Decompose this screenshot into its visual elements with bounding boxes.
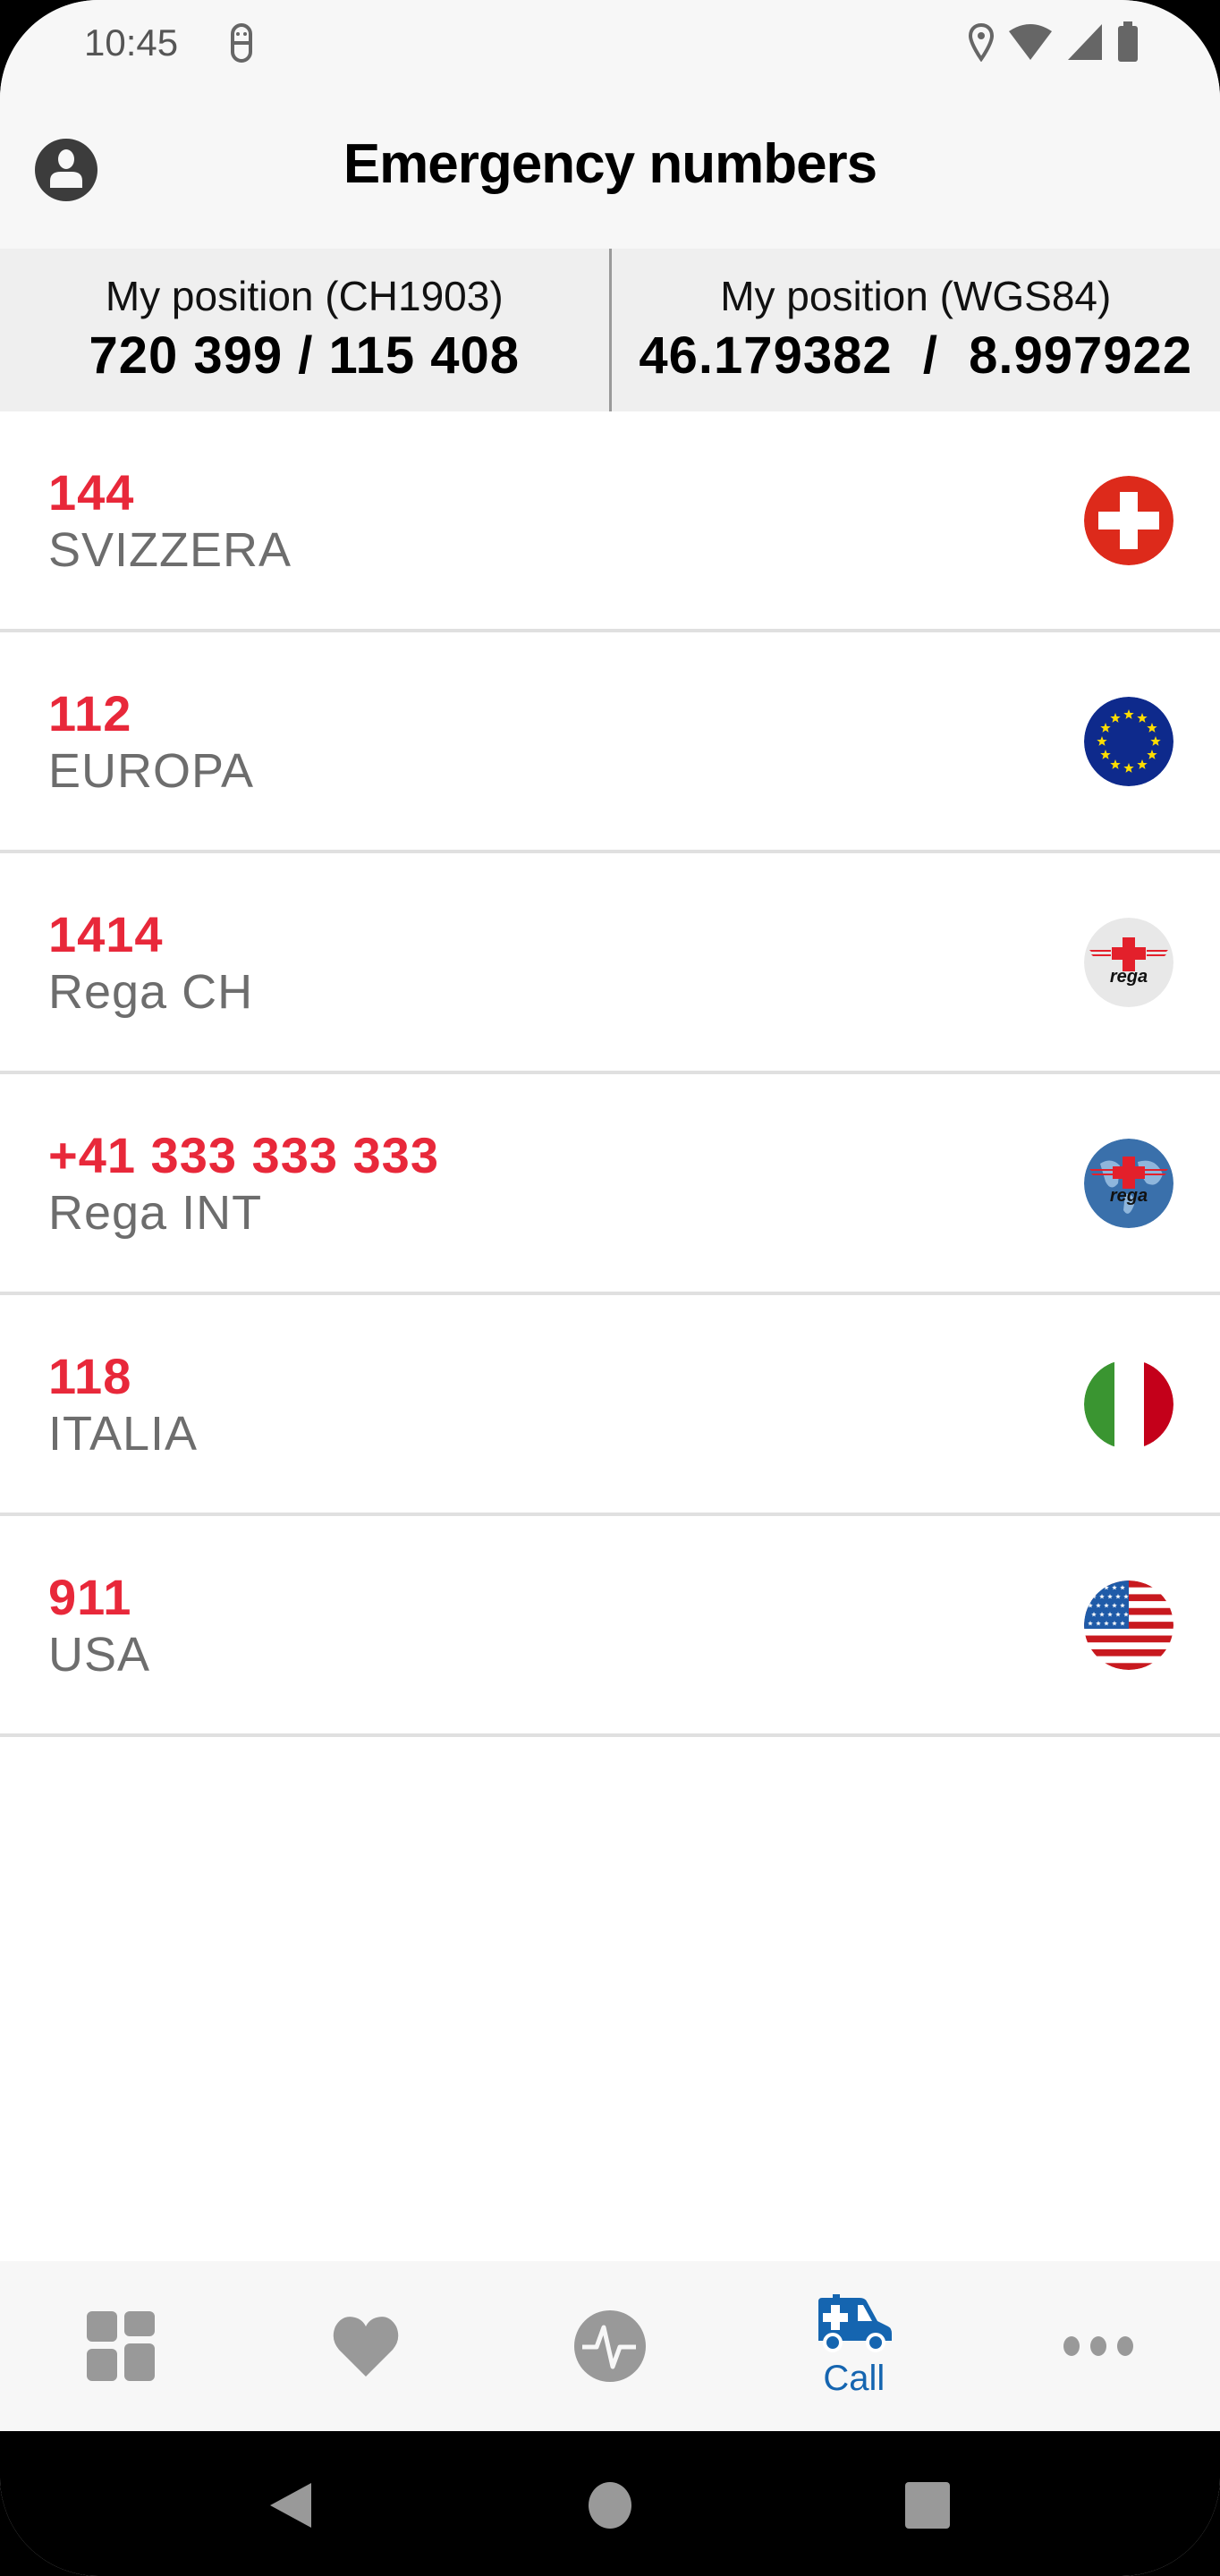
- position-ch1903: My position (CH1903) 720 399 / 115 408: [0, 249, 609, 411]
- app-bar: Emergency numbers: [0, 86, 1220, 249]
- rega-ch-logo-icon: rega: [1084, 918, 1173, 1007]
- app-screen: 10:45 Emergency numbers My position (CH1…: [0, 0, 1220, 2576]
- svg-text:rega: rega: [1110, 1186, 1148, 1206]
- nav-item-favorites[interactable]: [244, 2261, 488, 2431]
- emergency-number: +41 333 333 333: [48, 1127, 439, 1183]
- home-button-icon[interactable]: [588, 2481, 632, 2529]
- signal-icon: [1068, 24, 1102, 60]
- emergency-name: EUROPA: [48, 744, 255, 798]
- usa-flag-icon: [1084, 1580, 1173, 1670]
- emergency-item-switzerland[interactable]: 144 SVIZZERA: [0, 411, 1220, 632]
- emergency-item-europe[interactable]: 112 EUROPA: [0, 632, 1220, 853]
- emergency-name: Rega CH: [48, 965, 254, 1019]
- nav-item-call[interactable]: Call: [732, 2261, 976, 2431]
- dashboard-icon: [87, 2311, 156, 2381]
- emergency-name: SVIZZERA: [48, 523, 292, 577]
- eu-flag-icon: [1084, 697, 1173, 786]
- status-time: 10:45: [84, 21, 179, 64]
- system-navigation-bar: [0, 2431, 1220, 2576]
- svg-text:rega: rega: [1110, 967, 1148, 987]
- notification-icon: [231, 23, 252, 63]
- nav-item-more[interactable]: [976, 2261, 1220, 2431]
- more-horizontal-icon: [1063, 2336, 1133, 2356]
- position-ch1903-label: My position (CH1903): [105, 273, 504, 319]
- position-wgs84: My position (WGS84) 46.179382 / 8.997922: [612, 249, 1220, 411]
- emergency-number: 118: [48, 1348, 132, 1404]
- emergency-number: 1414: [48, 906, 164, 962]
- emergency-number-list: 144 SVIZZERA 112 EUROPA 1414 Rega CH reg…: [0, 411, 1220, 1737]
- italy-flag-icon: [1084, 1360, 1173, 1449]
- emergency-name: USA: [48, 1628, 151, 1682]
- rega-int-logo-icon: rega: [1084, 1139, 1173, 1228]
- emergency-item-usa[interactable]: 911 USA: [0, 1516, 1220, 1737]
- emergency-name: ITALIA: [48, 1407, 199, 1461]
- position-wgs84-label: My position (WGS84): [720, 273, 1112, 319]
- emergency-name: Rega INT: [48, 1186, 263, 1240]
- recents-button-icon[interactable]: [905, 2481, 950, 2529]
- wifi-icon: [1009, 24, 1052, 60]
- pulse-icon: [573, 2310, 646, 2382]
- page-title: Emergency numbers: [343, 133, 877, 195]
- emergency-item-italy[interactable]: 118 ITALIA: [0, 1295, 1220, 1516]
- swiss-flag-icon: [1084, 476, 1173, 565]
- battery-icon: [1118, 21, 1138, 62]
- back-button-icon[interactable]: [267, 2481, 315, 2529]
- emergency-item-rega-ch[interactable]: 1414 Rega CH rega: [0, 853, 1220, 1074]
- position-panel: My position (CH1903) 720 399 / 115 408 M…: [0, 249, 1220, 411]
- nav-item-dashboard[interactable]: [0, 2261, 244, 2431]
- ambulance-icon: [818, 2293, 892, 2352]
- nav-label-call: Call: [823, 2358, 885, 2398]
- emergency-number: 144: [48, 464, 135, 521]
- nav-item-vitals[interactable]: [488, 2261, 733, 2431]
- emergency-item-rega-int[interactable]: +41 333 333 333 Rega INT rega: [0, 1074, 1220, 1295]
- bottom-navigation: Call: [0, 2261, 1220, 2431]
- location-icon: [968, 22, 995, 62]
- position-ch1903-value: 720 399 / 115 408: [89, 326, 520, 385]
- emergency-number: 911: [48, 1569, 132, 1625]
- heart-icon: [333, 2317, 399, 2377]
- status-bar: 10:45: [0, 0, 1220, 86]
- position-wgs84-value: 46.179382 / 8.997922: [639, 326, 1193, 385]
- status-icons: [968, 21, 1140, 63]
- emergency-number: 112: [48, 685, 132, 741]
